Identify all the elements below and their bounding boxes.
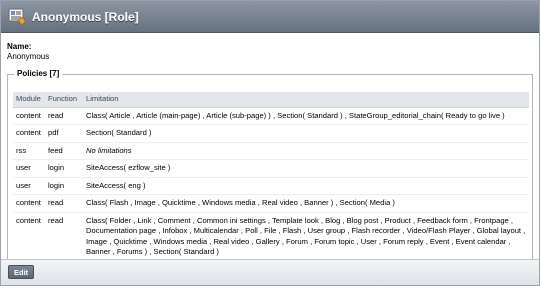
limitation-cell: No limitations (83, 142, 529, 160)
module-cell: user (13, 159, 45, 178)
table-row: content read Class( Folder , Link , Comm… (13, 212, 529, 262)
role-details: Name: Anonymous Policies [7] Module Func… (1, 34, 539, 281)
limitation-cell: Class( Article , Article (main-page) , A… (83, 107, 529, 125)
module-cell: rss (13, 142, 45, 160)
module-cell: content (13, 107, 45, 125)
footer-bar: Edit (1, 259, 539, 285)
title-bar: Anonymous [Role] (1, 1, 539, 33)
table-row: user login SiteAccess( ezflow_site ) (13, 159, 529, 178)
function-cell: read (45, 107, 83, 125)
edit-button[interactable]: Edit (8, 265, 35, 279)
name-value: Anonymous (7, 52, 50, 61)
table-row: rss feed No limitations (13, 142, 529, 160)
column-header-module: Module (13, 92, 45, 108)
name-label: Name: (7, 42, 32, 51)
limitation-cell: Section( Standard ) (83, 124, 529, 143)
function-cell: login (45, 177, 83, 195)
function-cell: login (45, 159, 83, 178)
table-header-row: Module Function Limitation (13, 92, 529, 108)
function-cell: pdf (45, 124, 83, 143)
column-header-function: Function (45, 92, 83, 108)
function-cell: feed (45, 142, 83, 160)
policies-legend: Policies [7] (17, 69, 60, 78)
role-icon (8, 8, 26, 25)
column-header-limitation: Limitation (83, 92, 529, 108)
table-row: content read Class( Article , Article (m… (13, 107, 529, 125)
policies-table: Module Function Limitation content read … (13, 92, 529, 262)
limitation-cell: Class( Flash , Image , Quicktime , Windo… (83, 194, 529, 213)
module-cell: content (13, 212, 45, 262)
policies-fieldset: Policies [7] Module Function Limitation … (7, 69, 533, 281)
module-cell: user (13, 177, 45, 195)
table-row: user login SiteAccess( eng ) (13, 177, 529, 195)
function-cell: read (45, 212, 83, 262)
table-row: content pdf Section( Standard ) (13, 124, 529, 143)
limitation-cell: SiteAccess( ezflow_site ) (83, 159, 529, 178)
page-title: Anonymous [Role] (32, 10, 139, 24)
table-row: content read Class( Flash , Image , Quic… (13, 194, 529, 213)
role-view-window: Anonymous [Role] Name: Anonymous Policie… (0, 0, 540, 286)
limitation-cell: SiteAccess( eng ) (83, 177, 529, 195)
limitation-cell: Class( Folder , Link , Comment , Common … (83, 212, 529, 262)
module-cell: content (13, 194, 45, 213)
function-cell: read (45, 194, 83, 213)
module-cell: content (13, 124, 45, 143)
